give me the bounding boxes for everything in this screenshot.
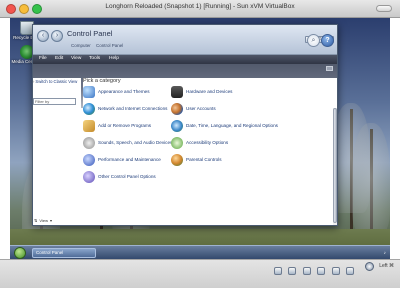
host-toolbar-toggle-button[interactable] [376, 5, 392, 12]
performance-icon [83, 154, 95, 166]
menu-help[interactable]: Help [109, 56, 119, 61]
window-title: Control Panel [67, 29, 113, 38]
control-panel-window: ‹ › Control Panel Computer Control Panel… [32, 24, 338, 226]
breadcrumb-item-computer[interactable]: Computer [71, 43, 91, 48]
category-date-time-language[interactable]: Date, Time, Language, and Regional Optio… [171, 120, 295, 132]
breadcrumb: Computer Control Panel [71, 43, 127, 48]
sidebar: Switch to Classic View Filter by View [33, 78, 81, 225]
category-label: Add or Remove Programs [98, 123, 152, 128]
category-label: Network and Internet Connections [98, 106, 168, 111]
shared-folders-icon[interactable] [346, 267, 354, 275]
network-adapter-icon[interactable] [317, 267, 326, 275]
category-label: Appearance and Themes [98, 89, 150, 94]
category-label: Date, Time, Language, and Regional Optio… [186, 123, 278, 128]
category-label: Performance and Maintenance [98, 157, 161, 162]
add-remove-programs-icon [83, 120, 95, 132]
layout-toggle-button[interactable] [326, 66, 333, 71]
cd-drive-icon[interactable] [288, 267, 297, 275]
pick-category-heading: Pick a category [83, 78, 121, 84]
keyboard-capture-icon[interactable] [365, 262, 374, 271]
menu-tools[interactable]: Tools [89, 56, 100, 61]
search-icon: ⌕ [311, 37, 316, 44]
category-label: Parental Controls [186, 157, 222, 162]
address-area: Control Panel Computer Control Panel [67, 28, 285, 52]
category-hardware-devices[interactable]: Hardware and Devices [171, 86, 295, 98]
scrollbar-thumb[interactable] [333, 108, 337, 223]
filter-input[interactable]: Filter by [33, 98, 76, 105]
network-globe-icon [83, 103, 95, 115]
forward-button[interactable]: › [51, 30, 63, 42]
category-label: Sounds, Speech, and Audio Devices [98, 140, 173, 145]
category-label: Hardware and Devices [186, 89, 233, 94]
menu-edit[interactable]: Edit [55, 56, 63, 61]
menu-file[interactable]: File [39, 56, 47, 61]
back-button[interactable]: ‹ [37, 30, 49, 42]
switch-to-classic-view-link[interactable]: Switch to Classic View [33, 79, 77, 84]
host-status-bar: Left ⌘ [0, 259, 400, 288]
arrow-right-icon: › [55, 32, 59, 39]
arrow-left-icon: ‹ [41, 32, 45, 39]
guest-desktop: Recycle Bin Media Center ‹ › Control Pan… [10, 18, 390, 259]
other-options-icon [83, 171, 95, 183]
view-button[interactable]: View [33, 217, 63, 224]
help-button[interactable]: ? [321, 34, 334, 47]
category-user-accounts[interactable]: User Accounts [171, 103, 295, 115]
help-icon: ? [325, 37, 330, 44]
host-window-title: Longhorn Reloaded (Snapshot 1) [Running]… [105, 3, 295, 10]
hard-disk-icon[interactable] [273, 267, 282, 275]
taskbar-item-control-panel[interactable]: Control Panel [32, 248, 96, 258]
device-status-icons [272, 262, 354, 275]
appearance-themes-icon [83, 86, 95, 98]
host-key-label: Left ⌘ [379, 263, 394, 269]
hardware-icon [171, 86, 183, 98]
category-parental-controls[interactable]: Parental Controls [171, 154, 295, 166]
speaker-icon[interactable]: ♪ [384, 250, 386, 255]
menu-bar: File Edit View Tools Help [33, 55, 337, 64]
breadcrumb-item-control-panel[interactable]: Control Panel [96, 43, 123, 48]
category-label: Accessibility Options [186, 140, 229, 145]
date-time-globe-icon [171, 120, 183, 132]
start-button[interactable] [14, 247, 26, 259]
parental-controls-icon [171, 154, 183, 166]
user-accounts-icon [171, 103, 183, 115]
category-other-options[interactable]: Other Control Panel Options [83, 171, 207, 183]
host-titlebar: Longhorn Reloaded (Snapshot 1) [Running]… [0, 0, 400, 18]
category-pane: Pick a category Appearance and Themes Ne… [83, 78, 337, 225]
menu-view[interactable]: View [71, 56, 81, 61]
sound-speaker-icon [83, 137, 95, 149]
guest-taskbar: Control Panel ♪ [10, 245, 390, 259]
category-accessibility[interactable]: Accessibility Options [171, 137, 295, 149]
search-button[interactable]: ⌕ [307, 34, 320, 47]
category-label: User Accounts [186, 106, 216, 111]
usb-icon[interactable] [331, 267, 340, 275]
system-tray: ♪ [384, 250, 386, 255]
accessibility-icon [171, 137, 183, 149]
floppy-icon[interactable] [302, 267, 311, 275]
control-panel-header: ‹ › Control Panel Computer Control Panel… [33, 25, 337, 55]
category-label: Other Control Panel Options [98, 174, 156, 179]
